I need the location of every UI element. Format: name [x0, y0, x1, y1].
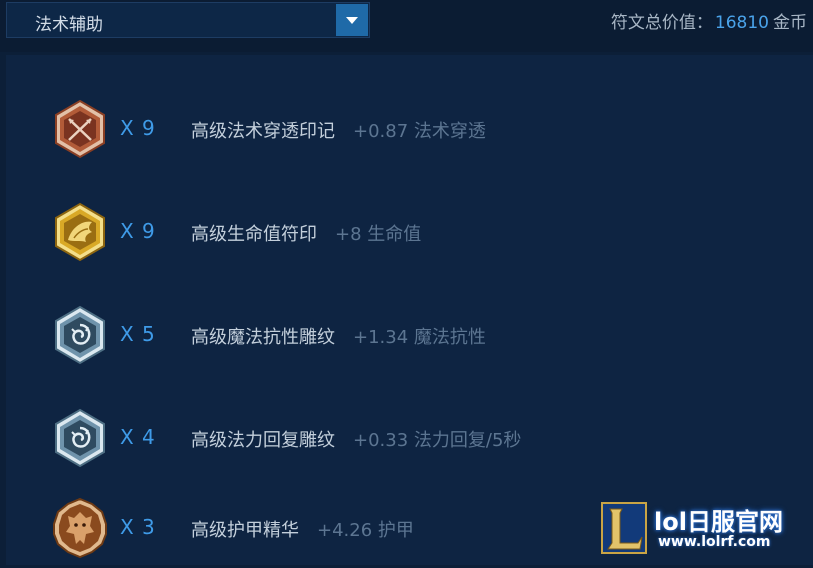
rune-total-value: 符文总价值： 16810 金币 [611, 8, 807, 33]
rune-name-text: 高级生命值符印 [191, 224, 317, 245]
rune-name: 高级生命值符印 +8 生命值 [191, 220, 421, 246]
crossed-arrows-mark-icon [55, 99, 105, 159]
rune-name: 高级法力回复雕纹 +0.33 法力回复/5秒 [191, 426, 521, 452]
chevron-down-icon [346, 17, 358, 24]
rune-page-dropdown[interactable]: 法术辅助 [6, 2, 370, 38]
total-unit: 金币 [773, 13, 807, 33]
rune-count: X 4 [120, 425, 156, 449]
rune-name-text: 高级法术穿透印记 [191, 121, 335, 142]
rune-count: X 5 [120, 322, 156, 346]
dragon-quintessence-icon [53, 498, 107, 558]
rune-row: X 9 高级生命值符印 +8 生命值 [6, 192, 813, 272]
rune-name-text: 高级护甲精华 [191, 520, 299, 541]
rune-stat: +0.87 法术穿透 [353, 121, 486, 142]
rune-name: 高级护甲精华 +4.26 护甲 [191, 516, 414, 542]
rune-name: 高级魔法抗性雕纹 +1.34 魔法抗性 [191, 323, 486, 349]
spiral-glyph-icon [55, 408, 105, 468]
rune-row: X 9 高级法术穿透印记 +0.87 法术穿透 [6, 89, 813, 169]
rune-list-panel: X 9 高级法术穿透印记 +0.87 法术穿透 X 9 高级生命值符印 +8 生命值… [6, 55, 813, 565]
wing-seal-icon [55, 202, 105, 262]
rune-stat: +1.34 魔法抗性 [353, 327, 486, 348]
top-bar: 法术辅助 符文总价值： 16810 金币 [0, 0, 813, 52]
site-watermark: lol日服官网 www.lolrf.com [598, 498, 808, 560]
rune-count: X 3 [120, 515, 156, 539]
rune-page-dropdown-value: 法术辅助 [35, 15, 103, 35]
rune-name: 高级法术穿透印记 +0.87 法术穿透 [191, 117, 486, 143]
rune-row: X 5 高级魔法抗性雕纹 +1.34 魔法抗性 [6, 295, 813, 375]
rune-stat: +4.26 护甲 [317, 520, 414, 541]
rune-stat: +8 生命值 [335, 224, 422, 245]
total-label: 符文总价值： [610, 13, 713, 33]
lol-logo-icon [601, 502, 647, 554]
rune-stat: +0.33 法力回复/5秒 [353, 430, 522, 451]
rune-row: X 4 高级法力回复雕纹 +0.33 法力回复/5秒 [6, 398, 813, 478]
watermark-url: www.lolrf.com [658, 534, 771, 550]
spiral-glyph-icon [55, 305, 105, 365]
rune-count: X 9 [120, 219, 156, 243]
total-value: 16810 [714, 13, 769, 33]
dropdown-toggle-button[interactable] [336, 4, 368, 36]
rune-name-text: 高级魔法抗性雕纹 [191, 327, 335, 348]
watermark-title: lol日服官网 [654, 508, 783, 536]
rune-count: X 9 [120, 116, 156, 140]
rune-name-text: 高级法力回复雕纹 [191, 430, 335, 451]
